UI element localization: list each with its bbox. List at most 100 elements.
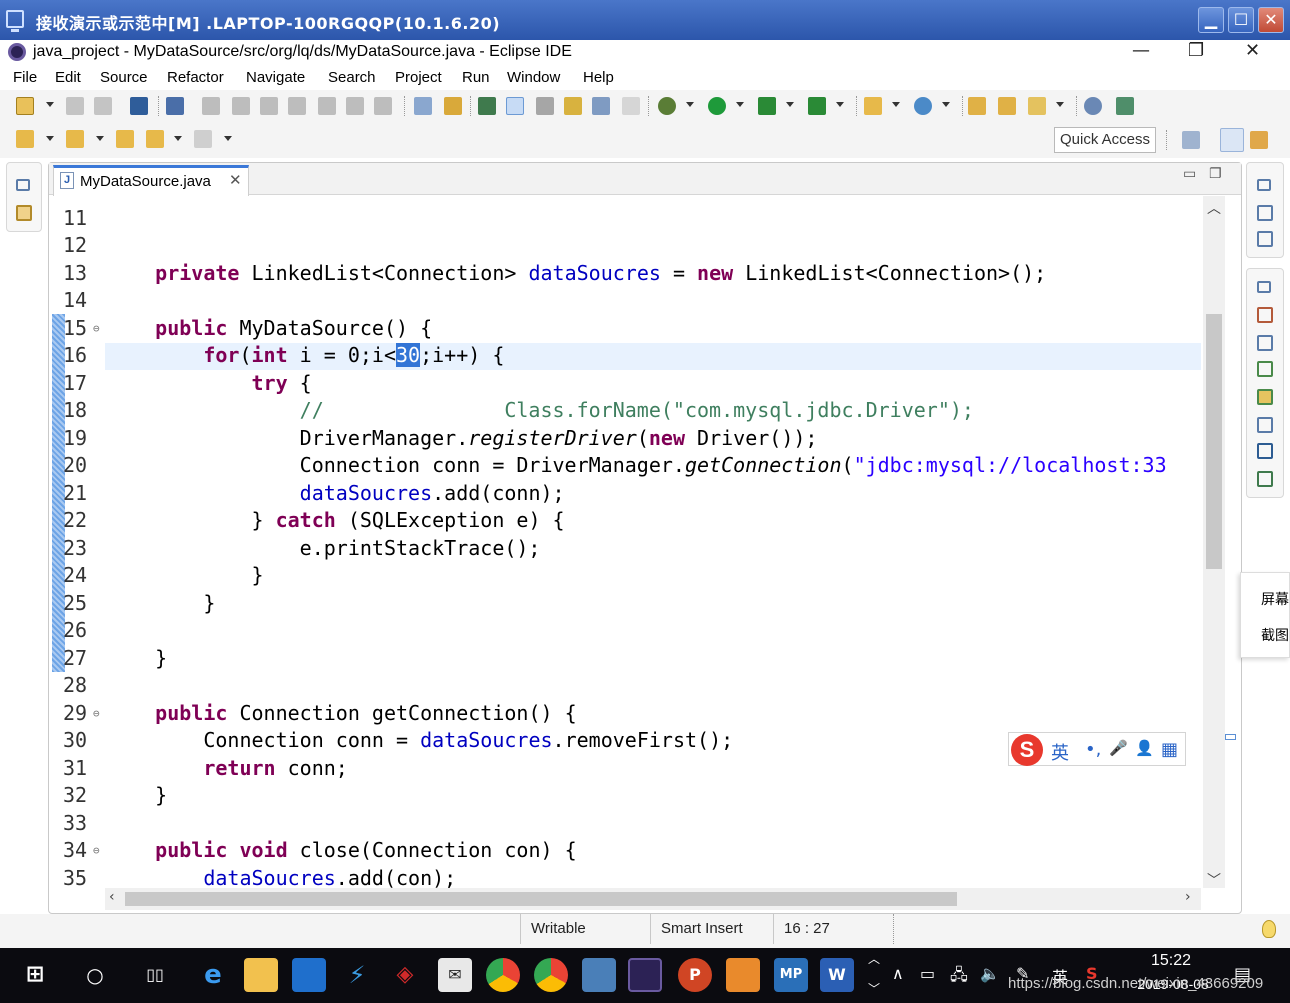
mp-icon[interactable]: MP [774, 958, 808, 992]
git-perspective-icon[interactable] [1250, 131, 1268, 149]
remote-maximize-button[interactable]: ☐ [1228, 7, 1254, 33]
browser-icon[interactable] [486, 958, 520, 992]
package-explorer-icon[interactable] [16, 205, 32, 221]
pdf-icon[interactable] [726, 958, 760, 992]
globe-icon[interactable] [1084, 97, 1102, 115]
code-editor[interactable]: 11 12 13 14 15 16 17 18 19 20 21 22 23 2… [49, 196, 1201, 888]
console-view-icon[interactable] [1257, 443, 1273, 459]
next-annotation-icon[interactable] [564, 97, 582, 115]
new-icon[interactable] [16, 97, 34, 115]
remote-minimize-button[interactable]: ▁ [1198, 7, 1224, 33]
tab-close-icon[interactable]: ✕ [229, 171, 242, 189]
progress-icon[interactable] [1257, 471, 1273, 487]
tab-mydatasource-java[interactable]: J MyDataSource.java ✕ [53, 165, 249, 196]
windows-start-icon[interactable]: ⊞ [18, 958, 52, 992]
scroll-down-icon[interactable]: ﹀ [1207, 870, 1221, 890]
save-all-icon[interactable] [94, 97, 112, 115]
restore-icon[interactable] [1257, 281, 1271, 293]
vertical-scroll-thumb[interactable] [1206, 314, 1222, 569]
forward-dropdown-icon[interactable] [224, 136, 232, 141]
horizontal-scrollbar[interactable]: ‹ › [105, 888, 1201, 910]
open-perspective-icon[interactable] [1182, 131, 1200, 149]
mark-occurrences-icon[interactable] [506, 97, 524, 115]
editor-maximize-icon[interactable]: ❐ [1209, 165, 1222, 182]
ime-language-toggle[interactable]: 英 [1051, 739, 1069, 765]
back-icon[interactable] [146, 130, 164, 148]
fold-toggle-icon[interactable]: ⊖ [93, 322, 100, 335]
search-icon[interactable] [1028, 97, 1046, 115]
run-icon[interactable] [708, 97, 726, 115]
java-perspective-icon[interactable] [1220, 128, 1244, 152]
menu-run[interactable]: Run [462, 69, 490, 86]
step-return-icon[interactable] [374, 97, 392, 115]
new-class-icon[interactable] [914, 97, 932, 115]
previous-edit-dropdown-icon[interactable] [96, 136, 104, 141]
menu-help[interactable]: Help [583, 69, 614, 86]
open-project-icon[interactable] [998, 97, 1016, 115]
servers-icon[interactable] [1257, 389, 1273, 405]
last-edit-location-icon[interactable] [116, 130, 134, 148]
new-dropdown-icon[interactable] [46, 102, 54, 107]
open-task-icon[interactable] [478, 97, 496, 115]
clock-time[interactable]: 15:22 [1126, 952, 1216, 970]
step-into-icon[interactable] [318, 97, 336, 115]
debug-dropdown-icon[interactable] [686, 102, 694, 107]
taskbar-scroll-up-icon[interactable]: ︿ [868, 950, 880, 967]
outline-icon[interactable] [1257, 205, 1273, 221]
fold-toggle-icon[interactable]: ⊖ [93, 844, 100, 857]
save-icon[interactable] [66, 97, 84, 115]
new-java-project-icon[interactable] [864, 97, 882, 115]
restore-icon[interactable] [16, 179, 30, 191]
remote-close-button[interactable]: ✕ [1258, 7, 1284, 33]
open-type-icon[interactable] [444, 97, 462, 115]
overview-ruler-marker[interactable] [1225, 734, 1236, 740]
screenshot-tool-icon[interactable] [582, 958, 616, 992]
console-icon[interactable] [130, 97, 148, 115]
tray-expand-icon[interactable]: ∧ [892, 964, 904, 983]
terminate-icon[interactable] [260, 97, 278, 115]
coverage-icon[interactable] [758, 97, 776, 115]
popup-line-1[interactable]: 屏幕 [1261, 589, 1289, 609]
horizontal-scroll-thumb[interactable] [125, 892, 957, 906]
search-circle-icon[interactable]: ○ [78, 958, 112, 992]
data-source-icon[interactable] [1257, 417, 1273, 433]
scroll-up-icon[interactable]: ︿ [1207, 198, 1221, 218]
chrome-icon[interactable] [534, 958, 568, 992]
previous-edit-location-icon[interactable] [66, 130, 84, 148]
volume-icon[interactable]: 🔈 [980, 964, 1000, 983]
sogou-logo-icon[interactable]: S [1011, 734, 1043, 766]
new-java-project-dropdown-icon[interactable] [892, 102, 900, 107]
minimize-button[interactable]: — [1132, 40, 1150, 61]
vertical-scrollbar[interactable]: ︿ ﹀ [1203, 196, 1225, 890]
fold-toggle-icon[interactable]: ⊖ [93, 707, 100, 720]
powerpoint-icon[interactable]: P [678, 958, 712, 992]
quick-access-field[interactable]: Quick Access [1054, 127, 1156, 153]
back-dropdown-icon[interactable] [174, 136, 182, 141]
eclipse-taskbar-icon[interactable] [628, 958, 662, 992]
scroll-left-icon[interactable]: ‹ [109, 889, 115, 905]
menu-file[interactable]: File [13, 69, 37, 86]
tip-lightbulb-icon[interactable] [1262, 920, 1276, 938]
battery-icon[interactable]: ▭ [920, 964, 935, 983]
disconnect-icon[interactable] [288, 97, 306, 115]
store-icon[interactable] [292, 958, 326, 992]
ime-punctuation-icon[interactable]: •, [1085, 739, 1101, 760]
scroll-right-icon[interactable]: › [1185, 889, 1191, 905]
skip-breakpoints-icon[interactable] [166, 97, 184, 115]
search-dropdown-icon[interactable] [1056, 102, 1064, 107]
menu-project[interactable]: Project [395, 69, 442, 86]
restore-button[interactable]: ❐ [1188, 40, 1204, 61]
edge-browser-icon[interactable]: e [196, 958, 230, 992]
network-icon[interactable]: 🖧 [950, 964, 968, 991]
editor-minimize-icon[interactable]: ▭ [1183, 165, 1196, 182]
menu-refactor[interactable]: Refactor [167, 69, 224, 86]
step-over-icon[interactable] [346, 97, 364, 115]
debug-icon[interactable] [658, 97, 676, 115]
problems-icon[interactable] [1257, 307, 1273, 323]
grid-icon[interactable]: ▦ [1161, 739, 1178, 760]
javadoc-icon[interactable] [1257, 335, 1273, 351]
file-explorer-icon[interactable] [244, 958, 278, 992]
declaration-icon[interactable] [1257, 361, 1273, 377]
prev-annotation-icon[interactable] [592, 97, 610, 115]
menu-search[interactable]: Search [328, 69, 376, 86]
